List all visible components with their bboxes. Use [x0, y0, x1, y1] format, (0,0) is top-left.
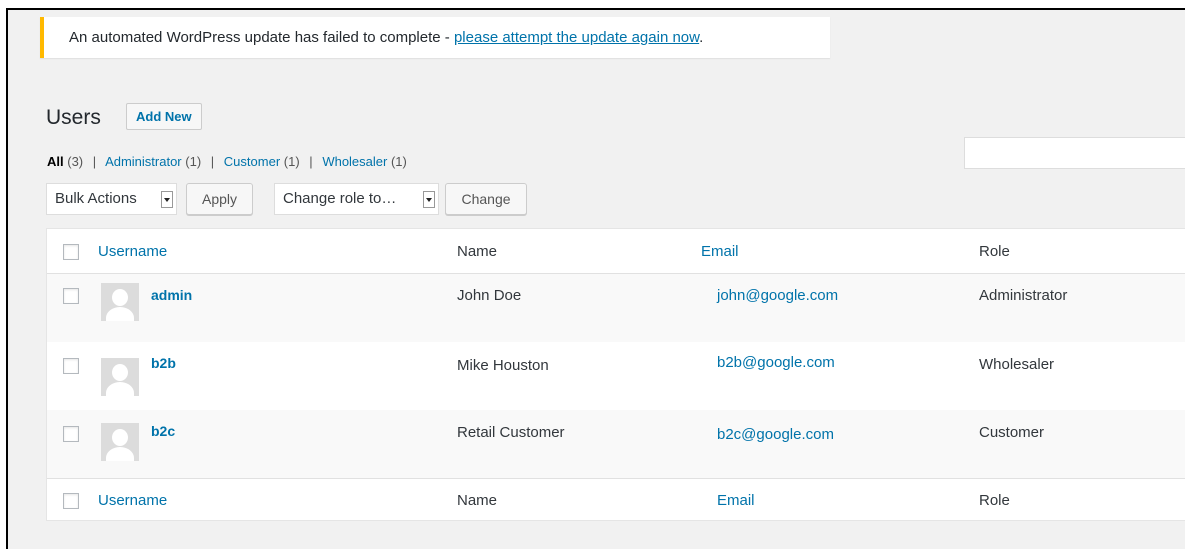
column-username[interactable]: Username [98, 243, 167, 260]
user-role: Customer [979, 424, 1045, 441]
table-footer: Username Name Email Role [47, 479, 1185, 521]
user-email-link[interactable]: b2c@google.com [717, 426, 834, 443]
user-username-link[interactable]: b2b [151, 355, 176, 371]
user-name: Mike Houston [457, 357, 549, 374]
select-all-checkbox[interactable] [63, 244, 79, 260]
filter-administrator-count: (1) [185, 154, 202, 169]
chevron-down-icon [423, 191, 435, 208]
change-role-select[interactable]: Change role to… [274, 183, 439, 215]
filter-all[interactable]: All [47, 154, 64, 169]
retry-update-link[interactable]: please attempt the update again now [454, 29, 699, 46]
column-email-footer[interactable]: Email [717, 492, 755, 509]
update-failed-notice: An automated WordPress update has failed… [40, 17, 830, 58]
add-new-button[interactable]: Add New [126, 103, 202, 130]
apply-button[interactable]: Apply [186, 183, 253, 215]
column-name: Name [457, 243, 498, 260]
column-username-footer[interactable]: Username [98, 492, 167, 509]
column-role: Role [979, 243, 1010, 260]
page-title: Users [46, 106, 101, 129]
users-table: Username Name Email Role admin John Doe … [46, 228, 1185, 521]
avatar [101, 283, 139, 321]
row-checkbox[interactable] [63, 288, 79, 304]
user-name: John Doe [457, 287, 522, 304]
user-role: Wholesaler [979, 356, 1055, 373]
bulk-actions-select[interactable]: Bulk Actions [46, 183, 177, 215]
table-row: b2c Retail Customer b2c@google.com Custo… [47, 410, 1185, 478]
notice-text: An automated WordPress update has failed… [69, 29, 454, 46]
avatar [101, 423, 139, 461]
user-role-filters: All (3) | Administrator (1) | Customer (… [47, 154, 407, 169]
user-name: Retail Customer [457, 424, 565, 441]
notice-end: . [699, 29, 704, 46]
user-role: Administrator [979, 287, 1068, 304]
column-email[interactable]: Email [701, 243, 739, 260]
column-role-footer: Role [979, 492, 1010, 509]
chevron-down-icon [161, 191, 173, 208]
change-role-button[interactable]: Change [445, 183, 527, 215]
avatar [101, 358, 139, 396]
user-username-link[interactable]: b2c [151, 423, 175, 439]
filter-customer-count: (1) [283, 154, 300, 169]
search-users-input[interactable] [964, 137, 1185, 169]
table-row: b2b Mike Houston b2b@google.com Wholesal… [47, 342, 1185, 410]
filter-separator: | [309, 154, 313, 169]
row-checkbox[interactable] [63, 426, 79, 442]
select-all-checkbox-footer[interactable] [63, 493, 79, 509]
table-header: Username Name Email Role [47, 229, 1185, 273]
change-role-value: Change role to… [283, 190, 397, 207]
filter-all-count: (3) [67, 154, 84, 169]
column-name-footer: Name [457, 492, 498, 509]
filter-wholesaler[interactable]: Wholesaler [322, 154, 387, 169]
user-email-link[interactable]: john@google.com [717, 287, 838, 304]
filter-wholesaler-count: (1) [390, 154, 407, 169]
filter-administrator[interactable]: Administrator [105, 154, 182, 169]
bulk-actions-value: Bulk Actions [55, 190, 137, 207]
filter-separator: | [92, 154, 97, 169]
filter-separator: | [210, 154, 215, 169]
user-username-link[interactable]: admin [151, 287, 192, 303]
row-checkbox[interactable] [63, 358, 79, 374]
filter-customer[interactable]: Customer [224, 154, 280, 169]
table-row: admin John Doe john@google.com Administr… [47, 274, 1185, 342]
user-email-link[interactable]: b2b@google.com [717, 354, 835, 371]
